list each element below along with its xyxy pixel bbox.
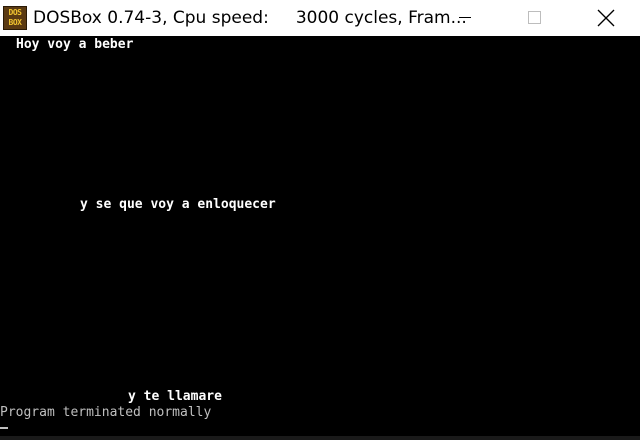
dosbox-window: DOS BOX DOSBox 0.74-3, Cpu speed: 3000 c…	[0, 0, 640, 440]
window-bottom-edge	[0, 436, 640, 440]
window-title: DOSBox 0.74-3, Cpu speed: 3000 cycles, F…	[33, 8, 467, 28]
status-message: Program terminated normally	[0, 405, 212, 420]
title-bar[interactable]: DOS BOX DOSBox 0.74-3, Cpu speed: 3000 c…	[0, 0, 640, 36]
icon-text-top: DOS	[8, 8, 22, 17]
output-line-2: y se que voy a enloquecer	[80, 197, 276, 212]
text-cursor	[0, 427, 8, 429]
dosbox-icon[interactable]: DOS BOX	[3, 6, 27, 30]
icon-text-bottom: BOX	[8, 18, 22, 27]
dos-screen[interactable]: Hoy voy a beber y se que voy a enloquece…	[0, 36, 640, 440]
output-line-3: y te llamare	[128, 389, 222, 404]
close-icon	[597, 9, 615, 27]
minimize-icon	[459, 17, 471, 18]
output-line-1: Hoy voy a beber	[16, 37, 134, 52]
minimize-button[interactable]	[442, 0, 488, 36]
close-button[interactable]	[582, 0, 628, 36]
maximize-icon	[528, 11, 541, 24]
maximize-button[interactable]	[512, 0, 558, 36]
